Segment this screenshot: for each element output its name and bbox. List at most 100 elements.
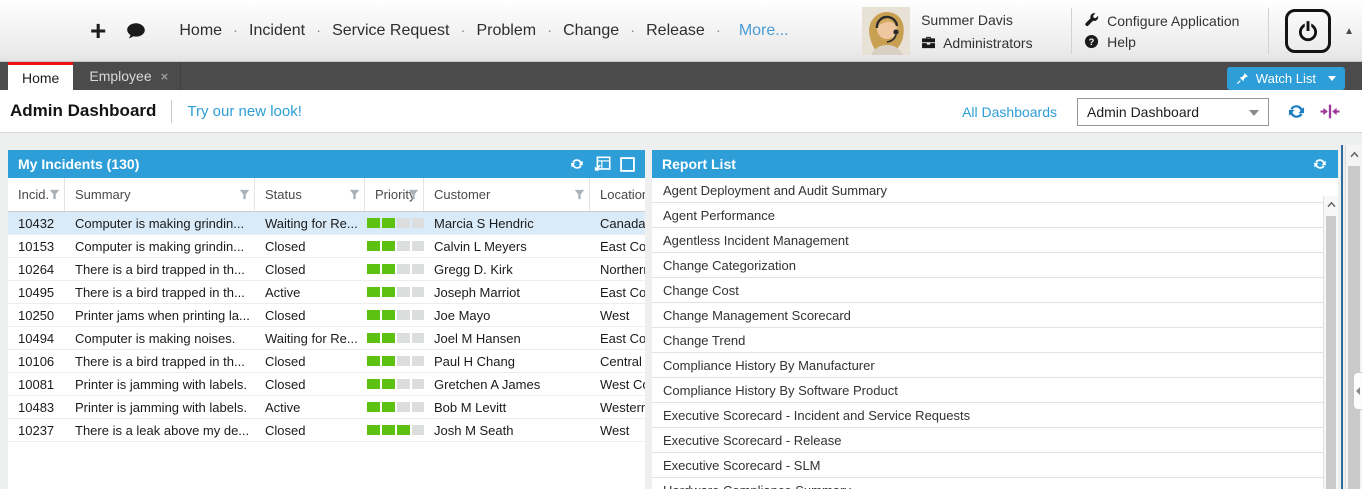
report-list-item-change-cost[interactable]: Change Cost <box>652 278 1338 303</box>
nav-item-home[interactable]: Home <box>179 22 222 40</box>
split-columns-icon[interactable] <box>1320 104 1340 119</box>
report-list-item-executive-scorecard-slm[interactable]: Executive Scorecard - SLM <box>652 453 1338 478</box>
incident-row[interactable]: 10106There is a bird trapped in th...Clo… <box>8 350 645 373</box>
refresh-dashboard-icon[interactable] <box>1286 101 1307 122</box>
report-list-item-compliance-history-by-manufacturer[interactable]: Compliance History By Manufacturer <box>652 353 1338 378</box>
collapse-panel-handle[interactable] <box>1353 372 1362 410</box>
watch-list-button[interactable]: Watch List <box>1227 67 1345 90</box>
incident-summary-cell: Printer jams when printing la... <box>65 304 255 326</box>
report-list-item-hardware-compliance-summary[interactable]: Hardware Compliance Summary <box>652 478 1338 489</box>
my-incidents-header: My Incidents (130) <box>8 150 645 178</box>
priority-segment <box>367 264 380 274</box>
refresh-icon[interactable] <box>569 156 585 172</box>
column-header-location[interactable]: Location <box>590 178 645 211</box>
report-list-item-change-trend[interactable]: Change Trend <box>652 328 1338 353</box>
incident-row[interactable]: 10250Printer jams when printing la...Clo… <box>8 304 645 327</box>
incident-row[interactable]: 10495There is a bird trapped in th...Act… <box>8 281 645 304</box>
user-avatar[interactable] <box>862 7 910 55</box>
dashboard-select[interactable]: Admin Dashboard <box>1077 98 1269 126</box>
tab-home[interactable]: Home <box>8 62 73 90</box>
priority-segment <box>397 264 410 274</box>
nav-item-change[interactable]: Change <box>563 22 619 40</box>
report-list-item-agentless-incident-management[interactable]: Agentless Incident Management <box>652 228 1338 253</box>
tab-employee[interactable]: Employee × <box>73 62 181 90</box>
help-link[interactable]: Help <box>1084 34 1256 50</box>
incident-priority-cell <box>365 396 424 418</box>
priority-bar <box>365 402 424 412</box>
report-list-item-change-management-scorecard[interactable]: Change Management Scorecard <box>652 303 1338 328</box>
popout-icon[interactable] <box>594 156 611 172</box>
nav-item-problem[interactable]: Problem <box>476 22 536 40</box>
filter-funnel-icon[interactable] <box>49 189 60 200</box>
incidents-rows: 10432Computer is making grindin...Waitin… <box>8 212 645 442</box>
priority-segment <box>367 356 380 366</box>
pin-icon <box>1236 72 1249 85</box>
column-header-label: Location <box>600 187 645 202</box>
incident-row[interactable]: 10237There is a leak above my de...Close… <box>8 419 645 442</box>
report-list-item-agent-performance[interactable]: Agent Performance <box>652 203 1338 228</box>
incident-priority-cell <box>365 419 424 441</box>
chat-icon[interactable] <box>126 22 146 40</box>
priority-segment <box>412 379 424 389</box>
priority-bar <box>365 287 424 297</box>
collapse-topbar-icon[interactable]: ▲ <box>1344 26 1354 37</box>
try-new-look-link[interactable]: Try our new look! <box>187 103 302 120</box>
nav-separator-dot: · <box>547 22 552 39</box>
incident-id-cell: 10495 <box>8 281 65 303</box>
priority-segment <box>412 356 424 366</box>
filter-funnel-icon[interactable] <box>349 189 360 200</box>
column-header-summary[interactable]: Summary <box>65 178 255 211</box>
report-list-item-agent-deployment-and-audit-summary[interactable]: Agent Deployment and Audit Summary <box>652 178 1338 203</box>
priority-segment <box>367 310 380 320</box>
incident-row[interactable]: 10153Computer is making grindin...Closed… <box>8 235 645 258</box>
report-list-item-compliance-history-by-software-product[interactable]: Compliance History By Software Product <box>652 378 1338 403</box>
priority-segment <box>382 287 395 297</box>
incident-id-cell: 10483 <box>8 396 65 418</box>
close-icon[interactable]: × <box>161 70 169 83</box>
scroll-up-icon[interactable] <box>1324 196 1338 213</box>
incident-row[interactable]: 10494Computer is making noises.Waiting f… <box>8 327 645 350</box>
priority-segment <box>397 402 410 412</box>
report-list-item-executive-scorecard-incident-and-service-requests[interactable]: Executive Scorecard - Incident and Servi… <box>652 403 1338 428</box>
logout-power-button[interactable] <box>1285 9 1331 53</box>
column-header-priority[interactable]: Priority <box>365 178 424 211</box>
scroll-up-icon[interactable] <box>1346 145 1362 163</box>
incident-location-cell: Northern <box>590 258 645 280</box>
help-label: Help <box>1107 34 1136 50</box>
nav-item-incident[interactable]: Incident <box>249 22 305 40</box>
filter-funnel-icon[interactable] <box>574 189 585 200</box>
scrollbar-thumb[interactable] <box>1326 216 1336 489</box>
incident-summary-cell: Computer is making grindin... <box>65 235 255 257</box>
column-header-customer[interactable]: Customer <box>424 178 590 211</box>
incident-row[interactable]: 10432Computer is making grindin...Waitin… <box>8 212 645 235</box>
report-list-item-executive-scorecard-release[interactable]: Executive Scorecard - Release <box>652 428 1338 453</box>
nav-more-link[interactable]: More... <box>739 22 789 40</box>
title-divider <box>171 100 172 123</box>
column-header-status[interactable]: Status <box>255 178 365 211</box>
incident-row[interactable]: 10264There is a bird trapped in th...Clo… <box>8 258 645 281</box>
scrollbar-thumb[interactable] <box>1348 166 1360 489</box>
new-item-icon[interactable]: + <box>90 17 106 45</box>
filter-funnel-icon[interactable] <box>239 189 250 200</box>
column-header-incid[interactable]: Incid. <box>8 178 65 211</box>
maximize-icon[interactable] <box>620 157 635 172</box>
incident-row[interactable]: 10081Printer is jamming with labels.Clos… <box>8 373 645 396</box>
nav-separator-dot: · <box>630 22 635 39</box>
incident-customer-cell: Josh M Seath <box>424 419 590 441</box>
nav-item-service-request[interactable]: Service Request <box>332 22 449 40</box>
priority-segment <box>382 310 395 320</box>
filter-funnel-icon[interactable] <box>408 189 419 200</box>
refresh-icon[interactable] <box>1312 156 1328 172</box>
nav-item-release[interactable]: Release <box>646 22 705 40</box>
incident-status-cell: Active <box>255 396 365 418</box>
incident-priority-cell <box>365 327 424 349</box>
incident-row[interactable]: 10483Printer is jamming with labels.Acti… <box>8 396 645 419</box>
report-list-item-change-categorization[interactable]: Change Categorization <box>652 253 1338 278</box>
all-dashboards-link[interactable]: All Dashboards <box>962 104 1057 120</box>
incident-summary-cell: Printer is jamming with labels. <box>65 373 255 395</box>
configure-application-link[interactable]: Configure Application <box>1084 13 1256 29</box>
report-list-panel: Report List Agent Deployment and Audit S… <box>652 150 1338 489</box>
incident-customer-cell: Joel M Hansen <box>424 327 590 349</box>
incident-customer-cell: Marcia S Hendric <box>424 212 590 234</box>
user-menu[interactable]: Summer Davis Administrators <box>921 12 1059 51</box>
